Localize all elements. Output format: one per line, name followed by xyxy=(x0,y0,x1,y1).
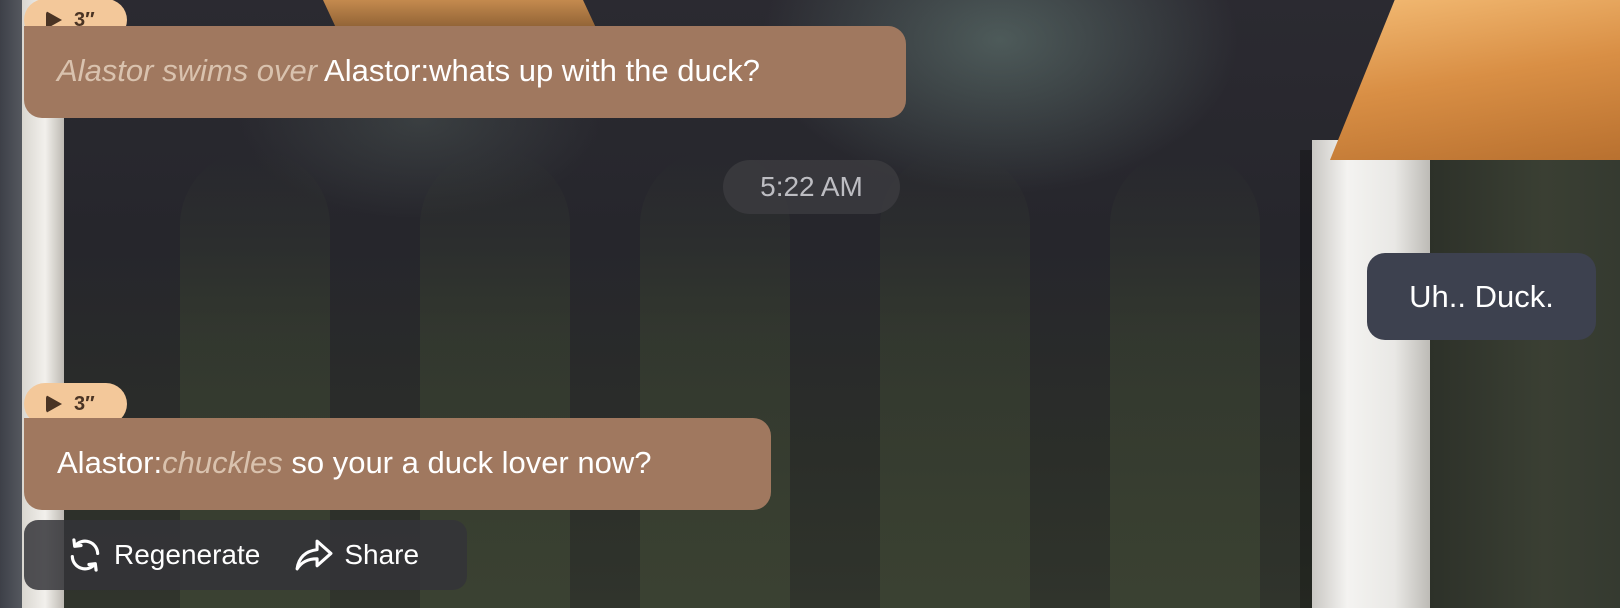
bot-message-bubble[interactable]: Alastor:chuckles so your a duck lover no… xyxy=(24,418,771,510)
roleplay-action-text: Alastor swims over xyxy=(57,53,318,88)
share-arrow-icon xyxy=(295,539,333,571)
audio-duration: 3″ xyxy=(74,392,95,415)
play-icon xyxy=(46,395,62,413)
message-text: Alastor:whats up with the duck? xyxy=(324,53,760,88)
share-label: Share xyxy=(344,539,420,570)
refresh-icon xyxy=(70,538,100,572)
share-button[interactable]: Share xyxy=(294,536,419,574)
bot-message-bubble[interactable]: Alastor swims over Alastor:whats up with… xyxy=(24,26,906,118)
roleplay-action-text: chuckles xyxy=(162,445,283,480)
regenerate-label: Regenerate xyxy=(114,539,261,570)
message-timestamp: 5:22 AM xyxy=(723,160,900,214)
speaker-name: Alastor: xyxy=(57,445,163,480)
user-message-bubble[interactable]: Uh.. Duck. xyxy=(1367,253,1596,340)
chat-thread: 3″ Alastor swims over Alastor:whats up w… xyxy=(0,0,1620,608)
message-text: so your a duck lover now? xyxy=(291,445,652,480)
regenerate-button[interactable]: Regenerate xyxy=(66,536,260,574)
message-action-bar: Regenerate Share xyxy=(24,520,467,590)
